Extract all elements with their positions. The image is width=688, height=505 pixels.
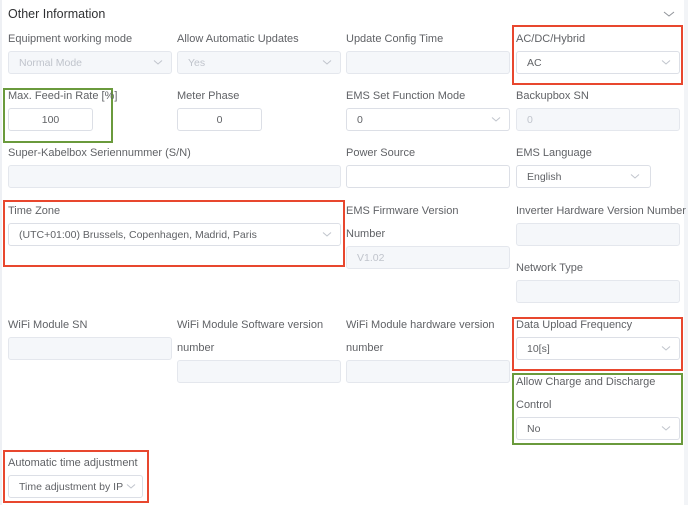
allow-charge-discharge-control-select[interactable]: No [516,417,680,440]
equipment-working-mode-label: Equipment working mode [8,33,133,45]
wifi-module-hardware-version-label-line2: number [346,342,384,354]
backupbox-sn-input[interactable]: 0 [516,108,680,131]
chevron-down-icon [491,117,501,122]
chevron-down-icon[interactable] [662,8,676,20]
chevron-down-icon [630,174,640,179]
meter-phase-value: 0 [216,113,223,126]
wifi-module-software-version-label: WiFi Module Software version [177,319,324,331]
chevron-down-icon [661,60,671,65]
automatic-time-adjustment-select[interactable]: Time adjustment by IP ac [8,475,143,498]
left-edge [0,0,2,505]
ems-firmware-version-input[interactable]: V1.02 [346,246,510,269]
power-source-label: Power Source [346,147,416,159]
inverter-hardware-version-label: Inverter Hardware Version Number [516,205,686,217]
chevron-down-icon [661,426,671,431]
allow-charge-discharge-control-label-line2: Control [516,399,552,411]
data-upload-frequency-label: Data Upload Frequency [516,319,633,331]
chevron-down-icon [661,346,671,351]
network-type-label: Network Type [516,262,584,274]
scrollbar-track[interactable] [684,0,688,505]
ac-dc-hybrid-value: AC [527,56,542,69]
wifi-module-software-version-label-line2: number [177,342,215,354]
inverter-hardware-version-input[interactable] [516,223,680,246]
backupbox-sn-label: Backupbox SN [516,90,589,102]
super-kabelbox-sn-label: Super-Kabelbox Seriennummer (S/N) [8,147,191,159]
allow-charge-discharge-control-label: Allow Charge and Discharge [516,376,656,388]
data-upload-frequency-value: 10[s] [527,342,550,355]
time-zone-value: (UTC+01:00) Brussels, Copenhagen, Madrid… [19,228,257,241]
allow-automatic-updates-value: Yes [188,56,206,69]
ac-dc-hybrid-label: AC/DC/Hybrid [516,33,586,45]
update-config-time-input[interactable] [346,51,510,74]
chevron-down-icon [153,60,163,65]
backupbox-sn-value: 0 [527,113,533,126]
time-zone-select[interactable]: (UTC+01:00) Brussels, Copenhagen, Madrid… [8,223,341,246]
ems-language-label: EMS Language [516,147,592,159]
ems-language-value: English [527,170,562,183]
wifi-module-software-version-input[interactable] [177,360,341,383]
ems-set-function-mode-value: 0 [357,113,363,126]
super-kabelbox-sn-input[interactable] [8,165,341,188]
meter-phase-label: Meter Phase [177,90,240,102]
chevron-down-icon [126,484,136,489]
ems-set-function-mode-select[interactable]: 0 [346,108,510,131]
data-upload-frequency-select[interactable]: 10[s] [516,337,680,360]
equipment-working-mode-value: Normal Mode [19,56,83,69]
wifi-module-sn-input[interactable] [8,337,172,360]
ac-dc-hybrid-select[interactable]: AC [516,51,680,74]
max-feed-in-rate-input[interactable]: 100 [8,108,93,131]
ems-firmware-version-value: V1.02 [357,251,385,264]
wifi-module-hardware-version-label: WiFi Module hardware version [346,319,495,331]
ems-language-select[interactable]: English [516,165,651,188]
allow-automatic-updates-label: Allow Automatic Updates [177,33,299,45]
equipment-working-mode-select[interactable]: Normal Mode [8,51,172,74]
network-type-input[interactable] [516,280,680,303]
automatic-time-adjustment-label: Automatic time adjustment [8,457,138,469]
allow-charge-discharge-control-value: No [527,422,541,435]
power-source-input[interactable] [346,165,510,188]
ems-set-function-mode-label: EMS Set Function Mode [346,90,466,102]
time-zone-label: Time Zone [8,205,61,217]
automatic-time-adjustment-value: Time adjustment by IP ac [19,480,124,493]
update-config-time-label: Update Config Time [346,33,444,45]
ems-firmware-version-label: EMS Firmware Version [346,205,459,217]
chevron-down-icon [322,60,332,65]
max-feed-in-rate-label: Max. Feed-in Rate [%] [8,90,118,102]
chevron-down-icon [322,232,332,237]
ems-firmware-version-label-line2: Number [346,228,386,240]
wifi-module-hardware-version-input[interactable] [346,360,510,383]
section-title: Other Information [8,7,106,21]
allow-automatic-updates-select[interactable]: Yes [177,51,341,74]
max-feed-in-rate-value: 100 [41,113,60,126]
wifi-module-sn-label: WiFi Module SN [8,319,88,331]
meter-phase-input[interactable]: 0 [177,108,262,131]
